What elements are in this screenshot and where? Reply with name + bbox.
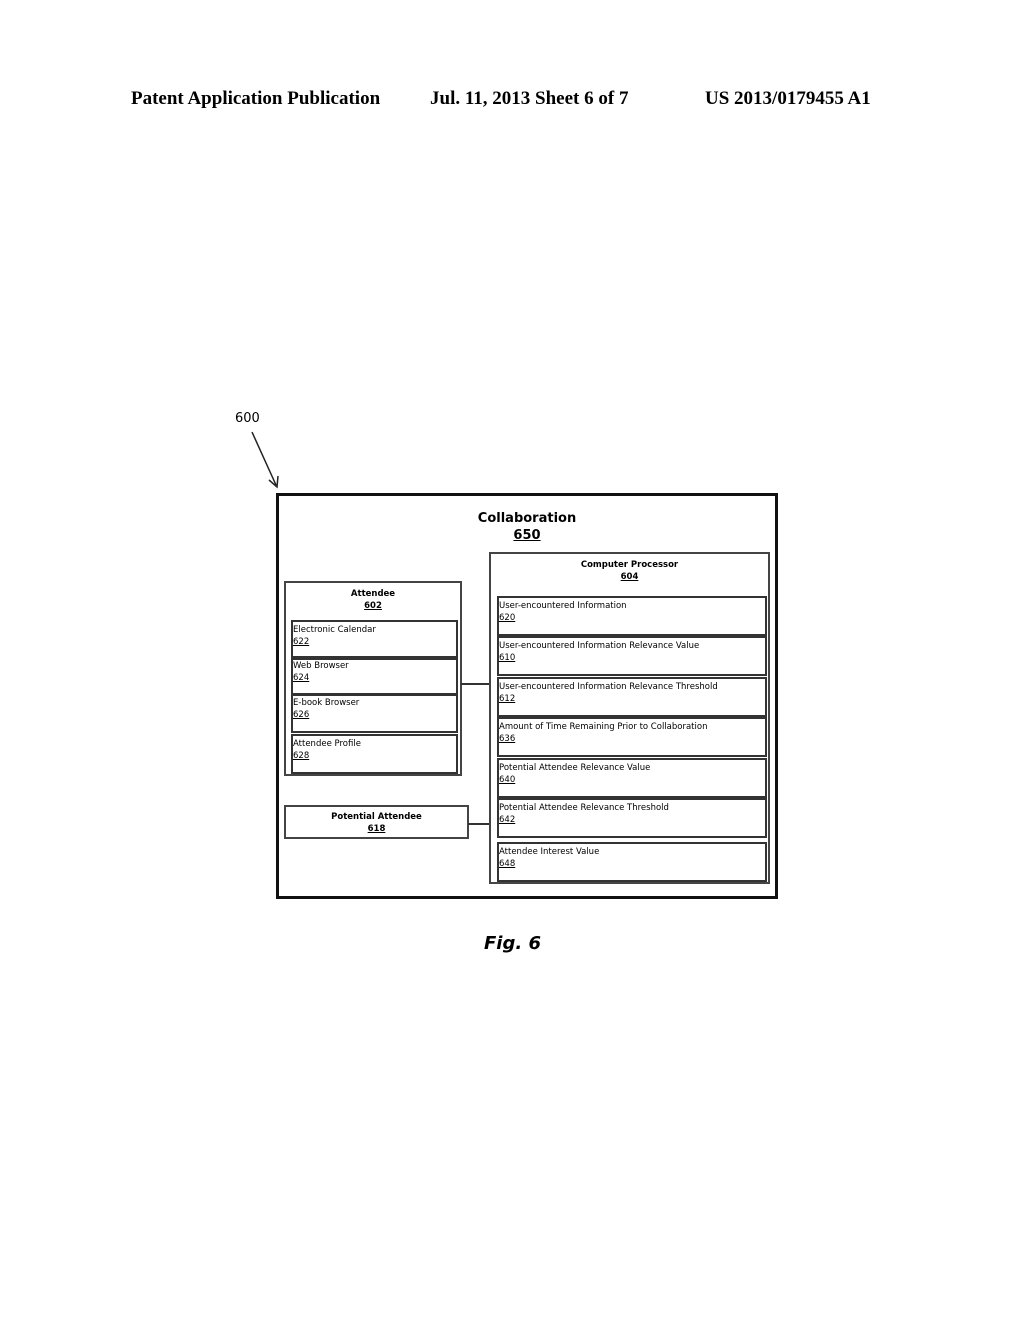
computer-processor-number: 604 xyxy=(620,572,639,582)
processor-item-attendee-interest-value: Attendee Interest Value 648 xyxy=(497,842,767,882)
publication-date-sheet: Jul. 11, 2013 Sheet 6 of 7 xyxy=(430,88,629,109)
connector-attendee-processor xyxy=(461,683,491,685)
item-number: 648 xyxy=(499,859,516,869)
item-label: Attendee Interest Value xyxy=(499,847,600,857)
item-number: 620 xyxy=(499,613,516,623)
item-label: Potential Attendee Relevance Value xyxy=(499,763,651,773)
item-number: 626 xyxy=(293,710,310,720)
item-number: 624 xyxy=(293,673,310,683)
item-label: User-encountered Information xyxy=(499,601,627,611)
item-label: Web Browser xyxy=(293,661,349,671)
attendee-item-electronic-calendar: Electronic Calendar 622 xyxy=(291,620,458,660)
potential-attendee-label: Potential Attendee xyxy=(331,812,422,822)
item-number: 628 xyxy=(293,751,310,761)
processor-item-information-relevance-value: User-encountered Information Relevance V… xyxy=(497,636,767,676)
figure-reference-number: 600 xyxy=(235,411,260,426)
item-number: 612 xyxy=(499,694,516,704)
attendee-item-attendee-profile: Attendee Profile 628 xyxy=(291,734,458,774)
item-label: E-book Browser xyxy=(293,698,360,708)
potential-attendee-number: 618 xyxy=(367,824,386,834)
attendee-item-ebook-browser: E-book Browser 626 xyxy=(291,693,458,733)
attendee-item-web-browser: Web Browser 624 xyxy=(291,656,458,696)
item-number: 642 xyxy=(499,815,516,825)
figure-caption: Fig. 6 xyxy=(484,933,541,954)
potential-attendee-title: Potential Attendee 618 xyxy=(286,807,467,835)
publication-number: US 2013/0179455 A1 xyxy=(705,88,871,109)
processor-item-user-encountered-information: User-encountered Information 620 xyxy=(497,596,767,636)
processor-item-time-remaining: Amount of Time Remaining Prior to Collab… xyxy=(497,717,767,757)
item-label: User-encountered Information Relevance T… xyxy=(499,682,718,692)
computer-processor-label: Computer Processor xyxy=(580,560,679,570)
potential-attendee-box: Potential Attendee 618 xyxy=(284,805,469,839)
item-number: 610 xyxy=(499,653,516,663)
collaboration-label: Collaboration xyxy=(477,511,577,526)
collaboration-title: Collaboration 650 xyxy=(279,510,775,544)
item-label: Amount of Time Remaining Prior to Collab… xyxy=(499,722,708,732)
computer-processor-title: Computer Processor 604 xyxy=(491,554,768,583)
item-label: Potential Attendee Relevance Threshold xyxy=(499,803,669,813)
item-label: Attendee Profile xyxy=(293,739,361,749)
item-label: Electronic Calendar xyxy=(293,625,376,635)
publication-title: Patent Application Publication xyxy=(131,88,381,109)
reference-arrow-icon xyxy=(251,431,279,489)
item-number: 622 xyxy=(293,637,310,647)
processor-item-attendee-relevance-threshold: Potential Attendee Relevance Threshold 6… xyxy=(497,798,767,838)
connector-potential-attendee-processor xyxy=(468,823,491,825)
collaboration-number: 650 xyxy=(513,528,541,543)
attendee-title: Attendee 602 xyxy=(286,583,460,612)
attendee-label: Attendee xyxy=(350,589,396,599)
item-label: User-encountered Information Relevance V… xyxy=(499,641,700,651)
processor-item-information-relevance-threshold: User-encountered Information Relevance T… xyxy=(497,677,767,717)
item-number: 640 xyxy=(499,775,516,785)
item-number: 636 xyxy=(499,734,516,744)
processor-item-attendee-relevance-value: Potential Attendee Relevance Value 640 xyxy=(497,758,767,798)
attendee-number: 602 xyxy=(364,601,382,611)
